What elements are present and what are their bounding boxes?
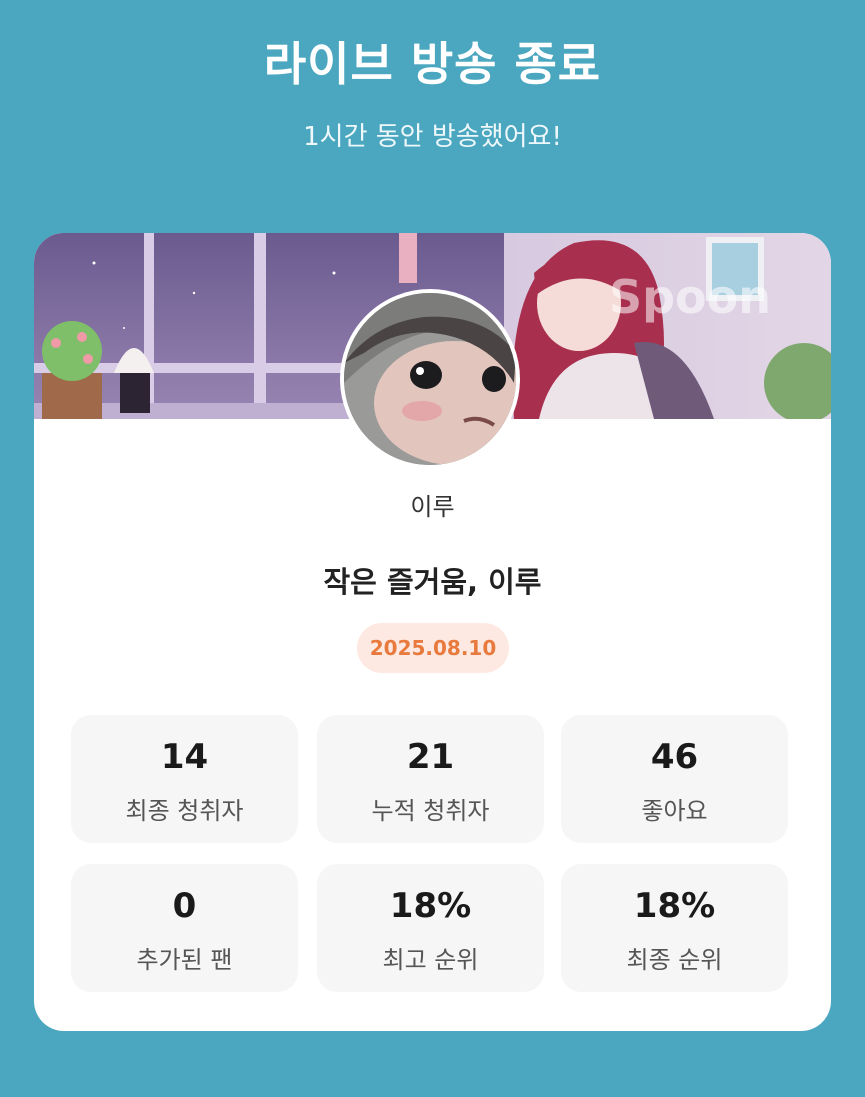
stat-value: 0: [172, 886, 197, 926]
stat-value: 21: [406, 737, 455, 777]
stat-final-rank: 18% 최종 순위: [561, 864, 788, 992]
stat-value: 46: [650, 737, 699, 777]
stat-value: 14: [160, 737, 209, 777]
stat-label: 추가된 팬: [136, 946, 233, 974]
stat-label: 누적 청취자: [371, 797, 490, 825]
stat-label: 최종 순위: [626, 946, 723, 974]
page-subtitle: 1시간 동안 방송했어요!: [303, 122, 562, 152]
date-badge: 2025.08.10: [357, 623, 509, 673]
broadcast-summary-card: Spoon 이루 작은 즐거움, 이루 2025.08.10 14 최종 청취자…: [34, 233, 831, 1031]
stat-best-rank: 18% 최고 순위: [317, 864, 544, 992]
stat-likes: 46 좋아요: [561, 715, 788, 843]
stat-value: 18%: [389, 886, 472, 926]
stat-final-listeners: 14 최종 청취자: [71, 715, 298, 843]
stat-value: 18%: [633, 886, 716, 926]
page-title: 라이브 방송 종료: [263, 37, 602, 91]
avatar[interactable]: [340, 289, 520, 469]
stat-label: 최고 순위: [382, 946, 479, 974]
stat-label: 좋아요: [641, 797, 708, 825]
spoon-watermark: Spoon: [609, 270, 771, 324]
stat-total-listeners: 21 누적 청취자: [317, 715, 544, 843]
broadcast-title: 작은 즐거움, 이루: [323, 565, 542, 599]
username: 이루: [410, 493, 455, 521]
stat-label: 최종 청취자: [125, 797, 244, 825]
stat-new-fans: 0 추가된 팬: [71, 864, 298, 992]
